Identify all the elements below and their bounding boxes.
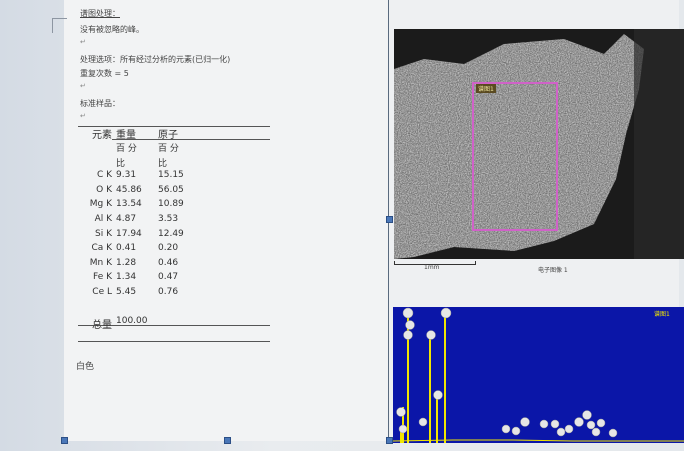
atomic-cell: 0.47	[158, 272, 179, 283]
weight-cell: 1.28	[116, 257, 137, 268]
table-row: Al K 4.87 3.53	[78, 214, 262, 229]
header-weight: 重量	[116, 130, 136, 141]
scale-label: 1mm	[424, 264, 440, 271]
margin-corner-mark	[52, 18, 67, 33]
total-value: 100.00	[116, 316, 148, 327]
atomic-cell: 10.89	[158, 199, 184, 210]
element-cell: Al K	[94, 213, 112, 224]
table-row: Si K 17.94 12.49	[78, 229, 262, 244]
total-label: 总量	[92, 320, 112, 332]
element-cell: Fe K	[93, 272, 112, 283]
iterations-text: 重复次数 = 5	[80, 69, 129, 78]
sub-weight-2: 比	[116, 158, 126, 169]
element-cell: Ce L	[92, 286, 112, 297]
paragraph-mark: ↵	[80, 112, 86, 120]
paragraph-mark: ↵	[80, 82, 86, 90]
table-header-row: 元素 重量 原子	[78, 126, 262, 141]
table-row	[78, 302, 262, 317]
table-row: Ce L 5.45 0.76	[78, 287, 262, 302]
element-cell: C K	[96, 170, 112, 181]
element-cell: O K	[96, 184, 112, 195]
atomic-cell: 56.05	[158, 184, 184, 195]
standard-label: 标准样品：	[80, 99, 120, 108]
eds-spectrum[interactable]	[393, 307, 684, 443]
atomic-cell: 0.76	[158, 286, 179, 297]
composition-table: 元素 重量 原子 百 分 百 分 比 比 C K 9.31 15.15 O K 45.…	[78, 126, 262, 331]
header-atomic: 原子	[158, 130, 178, 141]
element-cell: Mn K	[89, 257, 112, 268]
table-row: Mn K 1.28 0.46	[78, 258, 262, 273]
table-row: Ca K 0.41 0.20	[78, 243, 262, 258]
weight-cell: 45.86	[116, 184, 142, 195]
table-subheader-row: 百 分 百 分	[78, 141, 262, 156]
screen: 谱图处理： 没有被忽略的峰。 ↵ 处理选项：所有经过分析的元素(已归一化) 重复…	[0, 0, 684, 451]
heading-label: 谱图处理：	[80, 9, 120, 18]
table-bottom-rule	[78, 341, 270, 342]
element-cell: Mg K	[89, 199, 112, 210]
paragraph-mark: ↵	[80, 38, 86, 46]
weight-cell: 1.34	[116, 272, 137, 283]
atomic-cell: 0.20	[158, 243, 179, 254]
weight-cell: 17.94	[116, 228, 142, 239]
atomic-cell: 0.46	[158, 257, 179, 268]
weight-cell: 0.41	[116, 243, 137, 254]
sub-atomic-1: 百 分	[158, 144, 179, 154]
roi-label: 谱图1	[476, 84, 496, 93]
spectrum-roi-box[interactable]	[472, 82, 558, 231]
weight-cell: 4.87	[116, 213, 137, 224]
table-row: Fe K 1.34 0.47	[78, 272, 262, 287]
weight-cell: 13.54	[116, 199, 142, 210]
spectrum-plot	[393, 307, 684, 443]
weight-cell: 9.31	[116, 170, 137, 181]
color-note: 白色	[76, 362, 95, 372]
spectrum-label: 谱图1	[654, 311, 670, 318]
resize-handle[interactable]	[386, 216, 393, 223]
peaks-text: 没有被忽略的峰。	[80, 25, 144, 34]
resize-handle[interactable]	[386, 437, 393, 444]
sub-atomic-2: 比	[158, 158, 168, 169]
table-row: Mg K 13.54 10.89	[78, 199, 262, 214]
table-row: O K 45.86 56.05	[78, 185, 262, 200]
element-cell: Ca K	[91, 243, 112, 254]
resize-handle[interactable]	[61, 437, 68, 444]
atomic-cell: 3.53	[158, 213, 179, 224]
sub-weight-1: 百 分	[116, 144, 137, 154]
table-row: C K 9.31 15.15	[78, 170, 262, 185]
atomic-cell: 12.49	[158, 228, 184, 239]
options-text: 处理选项：所有经过分析的元素(已归一化)	[80, 55, 231, 64]
resize-handle[interactable]	[224, 437, 231, 444]
table-total-row: 总量 100.00	[78, 316, 262, 331]
weight-cell: 5.45	[116, 286, 137, 297]
element-cell: Si K	[95, 228, 112, 239]
atomic-cell: 15.15	[158, 170, 184, 181]
table-subheader-row: 比 比	[78, 156, 262, 171]
image-caption: 电子图像 1	[538, 267, 568, 274]
header-element: 元素	[92, 130, 112, 141]
